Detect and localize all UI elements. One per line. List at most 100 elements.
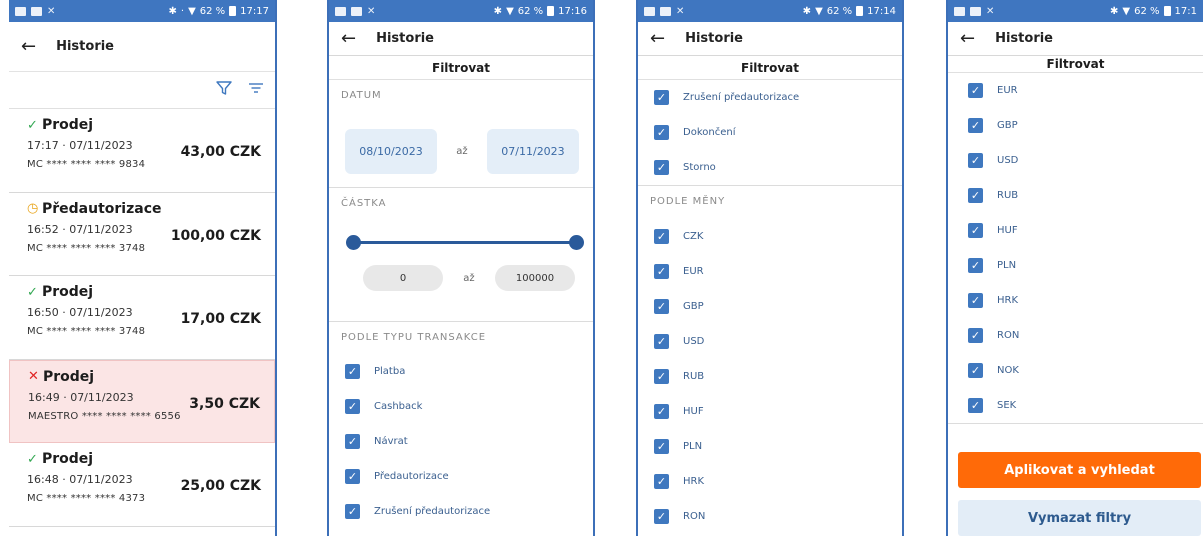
notification-icon	[644, 6, 655, 16]
checkbox-sek[interactable]: ✓ SEK	[948, 388, 1203, 423]
checkbox-checked-icon: ✓	[968, 188, 983, 203]
checkbox-huf[interactable]: ✓ HUF	[948, 213, 1203, 248]
checkbox-label: RUB	[683, 371, 705, 382]
checkbox-czk[interactable]: ✓ CZK	[638, 219, 902, 254]
checkbox-checked-icon: ✓	[654, 229, 669, 244]
transaction-row[interactable]: ✓ Prodej 16:48 · 07/11/2023 MC **** **** …	[9, 443, 275, 527]
wifi-icon: ▼	[815, 5, 823, 17]
checkbox-pln[interactable]: ✓ PLN	[948, 248, 1203, 283]
image-icon	[660, 6, 671, 16]
amount-max-field[interactable]: 100000	[494, 265, 575, 291]
clear-filters-button[interactable]: Vymazat filtry	[958, 500, 1201, 536]
slider-min-handle[interactable]	[346, 235, 361, 250]
checkbox-ron[interactable]: ✓ RON	[638, 499, 902, 534]
battery-percent: 62 %	[199, 5, 226, 17]
battery-icon	[229, 6, 237, 16]
page-title: Historie	[376, 31, 434, 46]
transaction-row[interactable]: ✓ Prodej 16:50 · 07/11/2023 MC **** **** …	[9, 276, 275, 360]
checkbox-checked-icon: ✓	[345, 434, 360, 449]
date-from-field[interactable]: 08/10/2023	[345, 129, 437, 174]
checkbox-gbp[interactable]: ✓ GBP	[948, 108, 1203, 143]
signal-dot: ·	[180, 5, 185, 17]
list-toolbar	[9, 72, 275, 109]
checkbox-label: CZK	[683, 231, 704, 242]
back-arrow-icon[interactable]: ←	[960, 29, 975, 48]
checkbox-checked-icon: ✓	[654, 160, 669, 175]
date-section: DATUM 08/10/2023 až 07/11/2023	[329, 80, 593, 187]
transaction-row-failed[interactable]: ✕ Prodej 16:49 · 07/11/2023 MAESTRO **** …	[9, 359, 275, 443]
checkbox-checked-icon: ✓	[968, 293, 983, 308]
checkbox-pln[interactable]: ✓ PLN	[638, 429, 902, 464]
checkbox-nok[interactable]: ✓ NOK	[948, 353, 1203, 388]
transaction-row[interactable]: ✓ Prodej 17:17 · 07/11/2023 MC **** **** …	[9, 109, 275, 193]
apply-and-search-button[interactable]: Aplikovat a vyhledat	[958, 452, 1201, 488]
page-title: Historie	[56, 39, 114, 54]
checkbox-label: HRK	[997, 295, 1019, 306]
checkbox-checked-icon: ✓	[345, 364, 360, 379]
clock: 17:16	[558, 5, 587, 17]
checkbox-checked-icon: ✓	[654, 369, 669, 384]
checkbox-usd[interactable]: ✓ USD	[948, 143, 1203, 178]
wifi-icon: ▼	[1122, 5, 1131, 17]
checkbox-checked-icon: ✓	[345, 504, 360, 519]
transaction-type-section: PODLE TYPU TRANSAKCE ✓ Platba ✓ Cashback ✓…	[329, 322, 593, 529]
filter-funnel-icon[interactable]	[215, 79, 233, 101]
checkbox-zruseni-predautorizace[interactable]: ✓ Zrušení předautorizace	[638, 80, 902, 115]
amount-min-field[interactable]: 0	[363, 265, 443, 291]
range-separator: až	[456, 146, 468, 157]
currency-section: PODLE MĚNY ✓ CZK ✓ EUR ✓ GBP ✓ USD ✓ RUB ✓ HUF…	[638, 186, 902, 534]
back-arrow-icon[interactable]: ←	[21, 37, 36, 56]
checkbox-checked-icon: ✓	[654, 474, 669, 489]
image-icon	[31, 6, 42, 16]
checkbox-huf[interactable]: ✓ HUF	[638, 394, 902, 429]
checkbox-navrat[interactable]: ✓ Návrat	[329, 424, 593, 459]
checkbox-eur[interactable]: ✓ EUR	[948, 73, 1203, 108]
checkbox-eur[interactable]: ✓ EUR	[638, 254, 902, 289]
slider-max-handle[interactable]	[569, 235, 584, 250]
transaction-row[interactable]: ◷ Předautorizace 16:52 · 07/11/2023 MC **…	[9, 193, 275, 276]
battery-icon	[856, 6, 864, 16]
checkbox-rub[interactable]: ✓ RUB	[948, 178, 1203, 213]
image-icon	[351, 6, 362, 16]
amount-range-slider[interactable]	[346, 235, 584, 251]
card-number: MC **** **** **** 3748	[27, 242, 146, 254]
checkbox-zruseni-predautorizace[interactable]: ✓ Zrušení předautorizace	[329, 494, 593, 529]
checkbox-checked-icon: ✓	[654, 264, 669, 279]
currency-section-label: PODLE MĚNY	[650, 196, 726, 207]
checkbox-rub[interactable]: ✓ RUB	[638, 359, 902, 394]
checkbox-label: Dokončení	[683, 127, 736, 138]
back-arrow-icon[interactable]: ←	[341, 29, 356, 48]
checkbox-cashback[interactable]: ✓ Cashback	[329, 389, 593, 424]
checkbox-hrk[interactable]: ✓ HRK	[638, 464, 902, 499]
transaction-amount: 25,00 CZK	[180, 478, 261, 494]
back-arrow-icon[interactable]: ←	[650, 29, 665, 48]
checkbox-platba[interactable]: ✓ Platba	[329, 354, 593, 389]
transaction-type-section-continued: ✓ Zrušení předautorizace ✓ Dokončení ✓ Stor…	[638, 80, 902, 185]
checkbox-gbp[interactable]: ✓ GBP	[638, 289, 902, 324]
checkbox-label: RON	[997, 330, 1020, 341]
checkbox-label: GBP	[683, 301, 704, 312]
checkbox-checked-icon: ✓	[968, 153, 983, 168]
type-section-label: PODLE TYPU TRANSAKCE	[341, 332, 487, 343]
transaction-type: Prodej	[42, 284, 94, 300]
checkbox-checked-icon: ✓	[654, 404, 669, 419]
transaction-amount: 43,00 CZK	[180, 144, 261, 160]
x-notification-icon: ✕	[676, 5, 685, 17]
checkbox-checked-icon: ✓	[654, 125, 669, 140]
transaction-type: Prodej	[43, 368, 95, 385]
range-separator: až	[463, 272, 475, 284]
checkbox-usd[interactable]: ✓ USD	[638, 324, 902, 359]
checkbox-label: Storno	[683, 162, 716, 173]
checkbox-checked-icon: ✓	[654, 90, 669, 105]
date-to-field[interactable]: 07/11/2023	[486, 129, 579, 174]
checkbox-checked-icon: ✓	[968, 83, 983, 98]
sort-lines-icon[interactable]	[247, 79, 265, 101]
checkbox-predautorizace[interactable]: ✓ Předautorizace	[329, 459, 593, 494]
checkbox-dokonceni[interactable]: ✓ Dokončení	[638, 115, 902, 150]
checkbox-hrk[interactable]: ✓ HRK	[948, 283, 1203, 318]
checkbox-storno[interactable]: ✓ Storno	[638, 150, 902, 185]
notification-icon	[15, 6, 26, 16]
checkbox-label: Návrat	[374, 436, 408, 447]
phone-screen-filter-currencies: ✕ ✱ ▼ 62 % 17:14 ← Historie Filtrovat ✓ Z…	[636, 0, 904, 536]
checkbox-ron[interactable]: ✓ RON	[948, 318, 1203, 353]
